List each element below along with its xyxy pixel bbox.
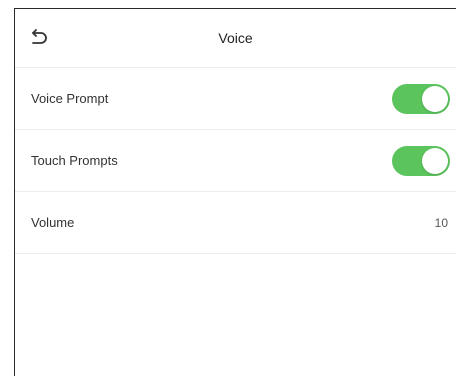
setting-label: Voice Prompt [31, 91, 109, 106]
setting-row-volume[interactable]: Volume 10 [15, 192, 456, 254]
voice-prompt-toggle[interactable] [392, 84, 450, 114]
setting-label: Volume [31, 215, 75, 230]
header-bar: Voice [15, 9, 456, 68]
setting-row-touch-prompts[interactable]: Touch Prompts [15, 130, 456, 192]
toggle-knob [422, 86, 448, 112]
setting-label: Touch Prompts [31, 153, 118, 168]
page-title: Voice [218, 30, 253, 46]
volume-value: 10 [434, 216, 448, 230]
touch-prompts-toggle[interactable] [392, 146, 450, 176]
voice-settings-screen: Voice Voice Prompt Touch Prompts Volume … [14, 8, 456, 376]
setting-row-voice-prompt[interactable]: Voice Prompt [15, 68, 456, 130]
toggle-knob [422, 148, 448, 174]
